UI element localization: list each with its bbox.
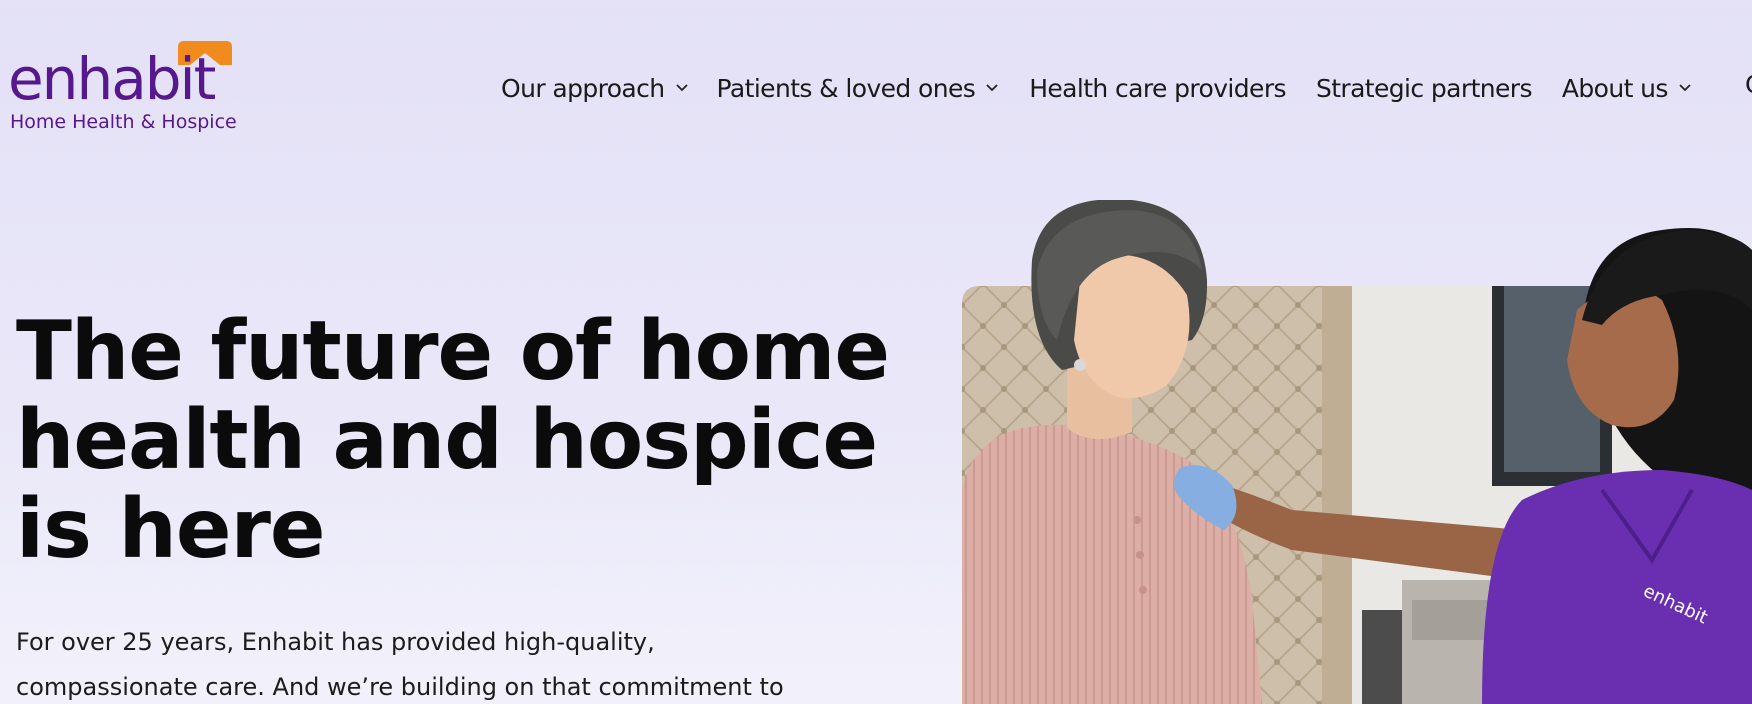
nav-label: Patients & loved ones xyxy=(716,73,976,103)
main-nav: Our approach Patients & loved ones Healt… xyxy=(501,68,1718,108)
hero-title-line: The future of home xyxy=(16,304,890,399)
hero-body-line: For over 25 years, Enhabit has provided … xyxy=(16,628,655,656)
nav-strategic-partners[interactable]: Strategic partners xyxy=(1315,73,1533,103)
hero-title-line: is here xyxy=(16,482,326,577)
enhabit-logo[interactable]: enhabit Home Health & Hospice xyxy=(8,38,248,138)
hero-title: The future of home health and hospice is… xyxy=(16,304,890,577)
hero-photo: enhabit xyxy=(962,200,1752,704)
hero-body-line: compassionate care. And we’re building o… xyxy=(16,673,784,701)
nav-label: Health care providers xyxy=(1029,73,1286,103)
hero-title-line: health and hospice xyxy=(16,393,878,488)
chevron-down-icon xyxy=(986,84,998,92)
nav-label: About us xyxy=(1561,73,1669,103)
nav-health-care-providers[interactable]: Health care providers xyxy=(1029,74,1286,103)
nav-item-clipped[interactable]: C xyxy=(1745,70,1752,99)
chevron-down-icon xyxy=(675,84,688,92)
hero-description: For over 25 years, Enhabit has provided … xyxy=(16,620,836,704)
nav-about-us[interactable]: About us xyxy=(1562,74,1692,103)
logo-tagline: Home Health & Hospice xyxy=(10,111,237,133)
nav-label: Strategic partners xyxy=(1315,73,1533,103)
site-header: enhabit Home Health & Hospice Our approa… xyxy=(0,0,1752,160)
nav-patients-loved-ones[interactable]: Patients & loved ones xyxy=(717,74,1000,103)
nav-our-approach[interactable]: Our approach xyxy=(501,74,689,103)
chevron-down-icon xyxy=(1679,84,1691,92)
nav-label: Our approach xyxy=(501,73,665,103)
logo-wordmark: enhabit xyxy=(8,45,216,113)
